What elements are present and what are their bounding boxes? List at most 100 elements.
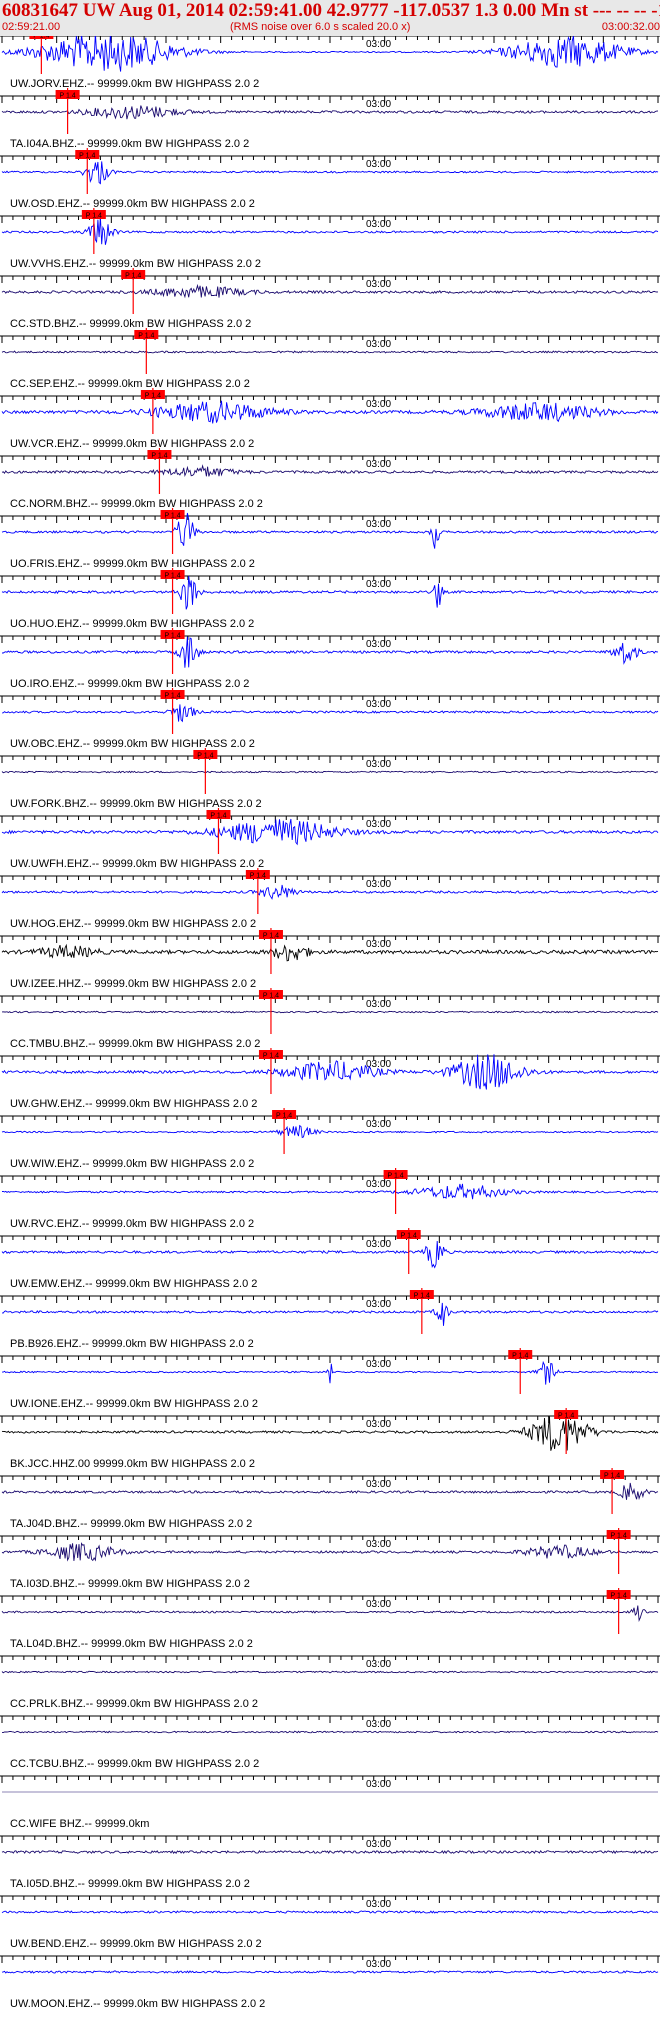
station-label: UW.VCR.EHZ.-- 99999.0km BW HIGHPASS 2.0 …	[10, 438, 254, 450]
trace-panel: 03:00 UW.GHW.EHZ.-- 99999.0km BW HIGHPASS…	[0, 1048, 660, 1110]
pick-label: P 1.4	[512, 1353, 528, 1360]
time-tick-label: 03:00	[366, 759, 391, 770]
plot-header: 60831647 UW Aug 01, 2014 02:59:41.00 42.…	[0, 0, 660, 36]
station-label: BK.JCC.HHZ.00 99999.0km BW HIGHPASS 2.0 …	[10, 1458, 255, 1470]
pick-label: P 1.4	[401, 1233, 417, 1240]
time-tick-label: 03:00	[366, 639, 391, 650]
waveform-trace	[1, 350, 659, 354]
trace-panel: 03:00 UW.FORK.BHZ.-- 99999.0km BW HIGHPAS…	[0, 748, 660, 810]
pick-label: P 1.4	[210, 813, 226, 820]
trace-panel: 03:00 TA.J04D.BHZ.-- 99999.0km BW HIGHPAS…	[0, 1468, 660, 1530]
pick-label: P 1.4	[79, 153, 95, 160]
pick-label: P 1.4	[414, 1293, 430, 1300]
station-label: TA.L04D.BHZ.-- 99999.0km BW HIGHPASS 2.0…	[10, 1638, 253, 1650]
time-tick-label: 03:00	[366, 819, 391, 830]
station-label: CC.TCBU.BHZ.-- 99999.0km BW HIGHPASS 2.0…	[10, 1758, 259, 1770]
time-tick-label: 03:00	[366, 1119, 391, 1130]
time-tick-label: 03:00	[366, 1179, 391, 1190]
time-tick-label: 03:00	[366, 99, 391, 110]
time-tick-label: 03:00	[366, 939, 391, 950]
station-label: UO.HUO.EHZ.-- 99999.0km BW HIGHPASS 2.0 …	[10, 618, 254, 630]
time-tick-label: 03:00	[366, 399, 391, 410]
pick-label: P 1.4	[33, 36, 49, 40]
time-tick-label: 03:00	[366, 879, 391, 890]
station-label: TA.I03D.BHZ.-- 99999.0km BW HIGHPASS 2.0…	[10, 1578, 250, 1590]
trace-panel: 03:00 UW.VVHS.EHZ.-- 99999.0km BW HIGHPAS…	[0, 208, 660, 270]
waveform-trace	[1, 1670, 659, 1674]
trace-panel: 03:00 UW.IONE.EHZ.-- 99999.0km BW HIGHPAS…	[0, 1348, 660, 1410]
waveform-trace	[1, 1124, 659, 1139]
end-time-label: 03:00:32.00	[601, 21, 660, 33]
waveform-trace	[1, 1010, 659, 1014]
station-label: CC.TMBU.BHZ.-- 99999.0km BW HIGHPASS 2.0…	[10, 1038, 260, 1050]
waveform-trace	[1, 1849, 659, 1855]
waveform-trace	[1, 943, 659, 962]
waveform-trace	[1, 1482, 659, 1501]
trace-panel: 03:00 UW.OBC.EHZ.-- 99999.0km BW HIGHPASS…	[0, 688, 660, 750]
time-tick-label: 03:00	[366, 1239, 391, 1250]
pick-label: P 1.4	[151, 453, 167, 460]
waveform-trace	[1, 105, 659, 120]
trace-panel: 03:00 UW.MOON.EHZ.-- 99999.0km BW HIGHPAS…	[0, 1955, 660, 2010]
pick-label: P 1.4	[125, 273, 141, 280]
station-label: UW.RVC.EHZ.-- 99999.0km BW HIGHPASS 2.0 …	[10, 1218, 254, 1230]
station-label: UW.JORV.EHZ.-- 99999.0km BW HIGHPASS 2.0…	[10, 78, 259, 90]
waveform-trace	[1, 770, 659, 774]
waveform-trace	[1, 283, 659, 299]
station-label: UW.VVHS.EHZ.-- 99999.0km BW HIGHPASS 2.0…	[10, 258, 261, 270]
trace-panel: 03:00 UO.HUO.EHZ.-- 99999.0km BW HIGHPASS…	[0, 568, 660, 630]
trace-panel: 03:00 PB.B926.EHZ.-- 99999.0km BW HIGHPAS…	[0, 1288, 660, 1350]
trace-panel: 03:00 CC.NORM.BHZ.-- 99999.0km BW HIGHPAS…	[0, 448, 660, 510]
time-tick-label: 03:00	[366, 519, 391, 530]
trace-panel: 03:00 CC.TMBU.BHZ.-- 99999.0km BW HIGHPAS…	[0, 988, 660, 1050]
trace-panel: 03:00 CC.STD.BHZ.-- 99999.0km BW HIGHPASS…	[0, 268, 660, 330]
time-tick-label: 03:00	[366, 1659, 391, 1670]
pick-label: P 1.4	[263, 933, 279, 940]
trace-panel: 03:00 UO.FRIS.EHZ.-- 99999.0km BW HIGHPAS…	[0, 508, 660, 570]
station-label: UW.IONE.EHZ.-- 99999.0km BW HIGHPASS 2.0…	[10, 1398, 258, 1410]
pick-label: P 1.4	[197, 753, 213, 760]
time-tick-label: 03:00	[366, 1599, 391, 1610]
waveform-trace	[1, 704, 659, 723]
trace-panel: 03:00 TA.I03D.BHZ.-- 99999.0km BW HIGHPAS…	[0, 1528, 660, 1590]
start-time-label: 02:59:21.00	[2, 21, 61, 33]
pick-label: P 1.4	[164, 633, 180, 640]
station-label: UW.FORK.BHZ.-- 99999.0km BW HIGHPASS 2.0…	[10, 798, 262, 810]
pick-label: P 1.4	[164, 513, 180, 520]
trace-panel: 03:00 UW.IZEE.HHZ.-- 99999.0km BW HIGHPAS…	[0, 928, 660, 990]
trace-panel: 03:00 UW.UWFH.EHZ.-- 99999.0km BW HIGHPAS…	[0, 808, 660, 870]
time-tick-label: 03:00	[366, 219, 391, 230]
pick-label: P 1.4	[276, 1113, 292, 1120]
time-tick-label: 03:00	[366, 1359, 391, 1370]
time-tick-label: 03:00	[366, 999, 391, 1010]
time-tick-label: 03:00	[366, 1719, 391, 1730]
seismogram-chart: 03:00 UW.JORV.EHZ.-- 99999.0km BW HIGHPAS…	[0, 36, 660, 2010]
trace-panel: 03:00 UW.HOG.EHZ.-- 99999.0km BW HIGHPASS…	[0, 868, 660, 930]
pick-label: P 1.4	[387, 1173, 403, 1180]
waveform-trace	[1, 1910, 659, 1914]
pick-label: P 1.4	[59, 93, 75, 100]
waveform-trace	[1, 1970, 659, 1974]
station-label: CC.PRLK.BHZ.-- 99999.0km BW HIGHPASS 2.0…	[10, 1698, 258, 1710]
pick-label: P 1.4	[145, 393, 161, 400]
time-tick-label: 03:00	[366, 1419, 391, 1430]
trace-panel: 03:00 UW.OSD.EHZ.-- 99999.0km BW HIGHPASS…	[0, 148, 660, 210]
station-label: UW.WIW.EHZ.-- 99999.0km BW HIGHPASS 2.0 …	[10, 1158, 254, 1170]
time-tick-label: 03:00	[366, 279, 391, 290]
time-tick-label: 03:00	[366, 579, 391, 590]
trace-panel: 03:00 CC.WIFE BHZ.-- 99999.0km	[0, 1775, 660, 1830]
waveform-trace	[1, 1542, 659, 1562]
station-label: UW.BEND.EHZ.-- 99999.0km BW HIGHPASS 2.0…	[10, 1938, 262, 1950]
station-label: UW.IZEE.HHZ.-- 99999.0km BW HIGHPASS 2.0…	[10, 978, 256, 990]
time-tick-label: 03:00	[366, 1839, 391, 1850]
trace-panel: 03:00 UO.IRO.EHZ.-- 99999.0km BW HIGHPASS…	[0, 628, 660, 690]
time-tick-label: 03:00	[366, 699, 391, 710]
time-tick-label: 03:00	[366, 1959, 391, 1970]
pick-label: P 1.4	[558, 1413, 574, 1420]
pick-label: P 1.4	[611, 1533, 627, 1540]
waveform-trace	[1, 1730, 659, 1734]
waveform-trace	[1, 1183, 659, 1200]
station-label: PB.B926.EHZ.-- 99999.0km BW HIGHPASS 2.0…	[10, 1338, 254, 1350]
station-label: CC.WIFE BHZ.-- 99999.0km	[10, 1818, 149, 1830]
scaling-note: (RMS noise over 6.0 s scaled 20.0 x)	[230, 21, 411, 33]
